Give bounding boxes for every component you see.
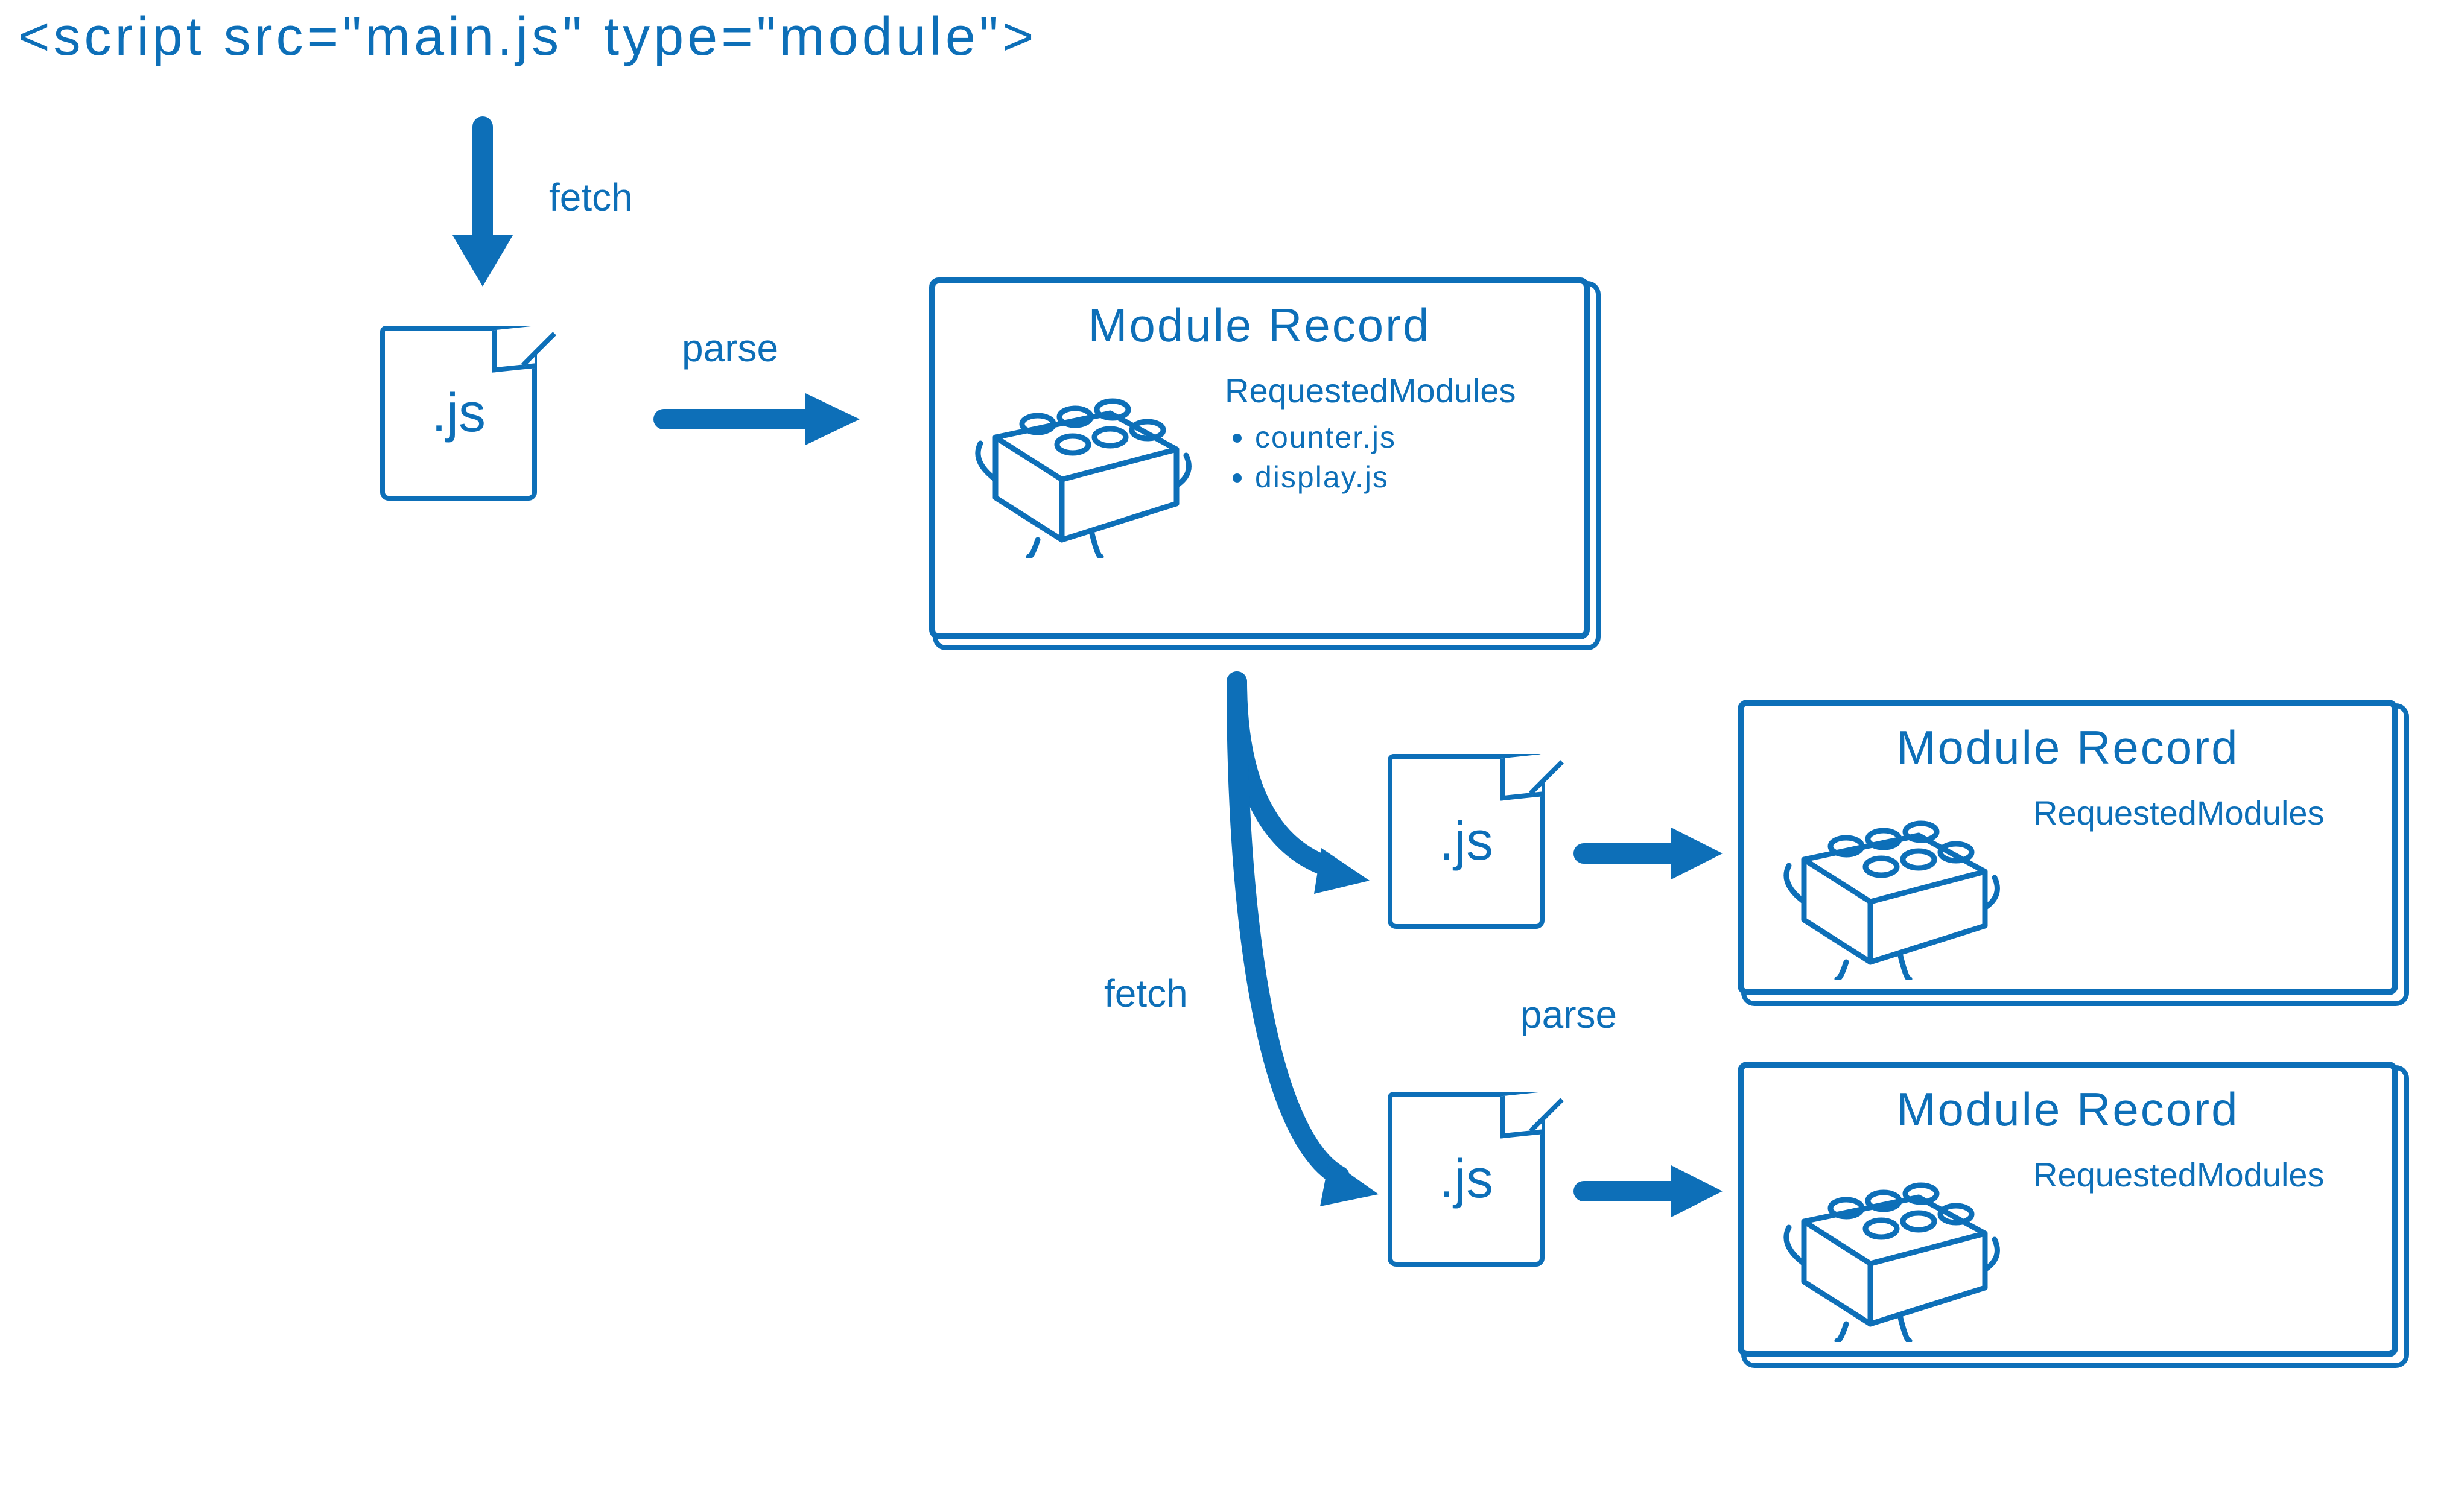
label-parse-1: parse: [682, 326, 778, 370]
brick-icon: [1780, 1143, 2009, 1342]
arrow-parse-2b: [1575, 1158, 1726, 1230]
record-title: Module Record: [1744, 706, 2392, 781]
record-title: Module Record: [935, 283, 1584, 359]
module-record-main: Module Record RequestedModules: [929, 277, 1590, 639]
requested-header: RequestedModules: [2033, 793, 2325, 832]
list-item: display.js: [1255, 460, 1516, 495]
arrow-parse-1: [652, 386, 863, 458]
file-ext: .js: [1439, 1148, 1493, 1211]
file-ext: .js: [431, 382, 486, 445]
brick-icon: [1780, 781, 2009, 980]
script-tag-code: <script src="main.js" type="module">: [18, 6, 1037, 68]
module-record-display: Module Record RequestedModules: [1738, 1062, 2398, 1357]
label-fetch-1: fetch: [549, 175, 633, 220]
file-counter-js: .js: [1388, 754, 1545, 929]
brick-icon: [971, 359, 1201, 558]
file-main-js: .js: [380, 326, 537, 501]
requested-list: counter.js display.js: [1255, 420, 1516, 495]
module-record-counter: Module Record RequestedModules: [1738, 700, 2398, 995]
label-fetch-2: fetch: [1104, 971, 1188, 1016]
arrow-fetch-2b: [1201, 670, 1394, 1236]
label-parse-2: parse: [1520, 992, 1617, 1037]
arrow-parse-2a: [1575, 820, 1726, 893]
requested-header: RequestedModules: [1225, 371, 1516, 410]
arrow-fetch-1: [446, 121, 531, 290]
record-title: Module Record: [1744, 1068, 2392, 1143]
requested-header: RequestedModules: [2033, 1155, 2325, 1194]
file-ext: .js: [1439, 811, 1493, 873]
list-item: counter.js: [1255, 420, 1516, 455]
file-display-js: .js: [1388, 1092, 1545, 1267]
